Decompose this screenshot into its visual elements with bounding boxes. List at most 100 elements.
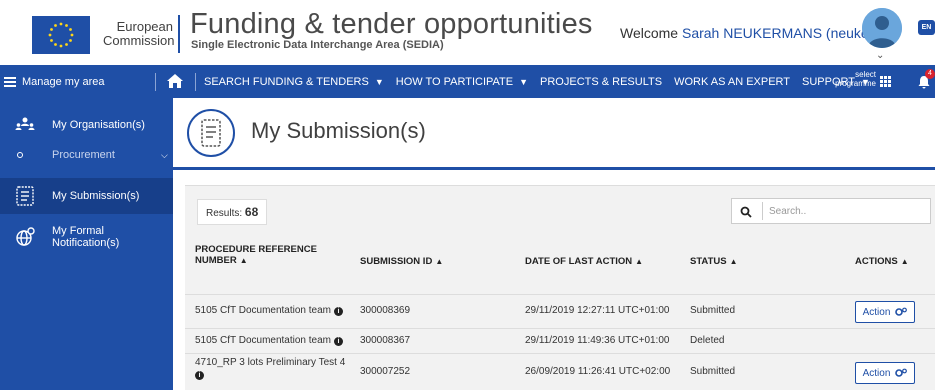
column-header-submission-id[interactable]: SUBMISSION ID ▲ <box>360 256 443 267</box>
gears-icon <box>895 307 908 316</box>
search-input[interactable] <box>762 202 922 220</box>
welcome-prefix: Welcome <box>620 25 679 41</box>
submission-icon <box>187 109 235 157</box>
sidebar-item-label: My Formal Notification(s) <box>52 225 120 249</box>
organisation-icon <box>14 114 36 136</box>
reference-text: 4710_RP 3 lots Preliminary Test 4 <box>195 357 346 368</box>
column-header-actions[interactable]: ACTIONS ▲ <box>855 256 909 267</box>
column-header-label: DATE OF LAST ACTION <box>525 256 633 267</box>
sort-icon: ▲ <box>729 257 738 266</box>
nav-item-label: PROJECTS & RESULTS <box>540 75 663 88</box>
column-header-date[interactable]: DATE OF LAST ACTION ▲ <box>525 256 643 267</box>
sort-icon: ▲︎ <box>239 256 248 265</box>
table-row[interactable]: 4710_RP 3 lots Preliminary Test 4 i 3000… <box>185 353 935 390</box>
select-programme-button[interactable]: select programme <box>826 70 876 88</box>
reference-cell: 5105 CfT Documentation team i <box>195 335 344 346</box>
submission-icon <box>14 185 36 207</box>
results-number: 68 <box>244 205 259 219</box>
submissions-panel: Results: 68 PROCEDURE REFERENCE NUMBER▲︎… <box>185 185 935 390</box>
status-cell: Submitted <box>690 305 736 316</box>
results-label: Results: <box>206 208 243 219</box>
chevron-down-icon: ⌵ <box>161 149 168 160</box>
site-header: European Commission Funding & tender opp… <box>0 0 935 65</box>
submission-id-cell: 300008369 <box>360 305 411 316</box>
caret-down-icon: ▼ <box>519 76 529 87</box>
page-header: My Submission(s) <box>173 98 935 170</box>
sort-icon: ▲ <box>635 257 644 266</box>
column-header-status[interactable]: STATUS ▲ <box>690 256 738 267</box>
date-cell: 26/09/2019 11:26:41 UTC+02:00 <box>525 366 671 377</box>
column-header-label: SUBMISSION ID <box>360 256 433 267</box>
action-button[interactable]: Action <box>855 362 915 384</box>
sort-icon: ▲ <box>435 257 444 266</box>
site-subtitle: Single Electronic Data Interchange Area … <box>191 39 444 51</box>
table-row[interactable]: 5105 CfT Documentation team i 300008369 2… <box>185 294 935 328</box>
info-icon[interactable]: i <box>195 371 204 380</box>
column-header-line2: NUMBER <box>195 255 237 266</box>
manage-my-area-toggle[interactable]: Manage my area <box>0 65 155 98</box>
action-button[interactable]: Action <box>855 301 915 323</box>
header-divider <box>178 15 180 53</box>
nav-item-label: HOW TO PARTICIPATE <box>395 75 514 88</box>
top-navigation: Manage my area SEARCH FUNDING & TENDERS ▼… <box>0 65 935 98</box>
organisation-name-line1: European <box>116 19 173 34</box>
search-box <box>731 198 931 224</box>
info-icon[interactable]: i <box>334 337 344 346</box>
sidebar-item-organisations[interactable]: My Organisation(s) <box>0 112 173 138</box>
select-programme-line1: select <box>855 70 876 79</box>
date-cell: 29/11/2019 12:27:11 UTC+01:00 <box>525 305 670 316</box>
select-programme-line2: programme <box>835 79 876 88</box>
nav-item-label: SEARCH FUNDING & TENDERS <box>204 75 369 88</box>
sidebar: My Organisation(s) Procurement ⌵ My Subm… <box>0 98 173 390</box>
language-selector[interactable]: EN <box>918 20 935 35</box>
date-cell: 29/11/2019 11:49:36 UTC+01:00 <box>525 335 670 346</box>
sidebar-item-submissions[interactable]: My Submission(s) <box>0 178 173 214</box>
nav-item-how-to-participate[interactable]: HOW TO PARTICIPATE ▼ <box>396 76 528 88</box>
submission-id-cell: 300008367 <box>360 335 411 346</box>
avatar[interactable] <box>862 8 902 48</box>
reference-text: 5105 CfT Documentation team <box>195 305 332 316</box>
apps-grid-icon[interactable] <box>880 76 891 87</box>
table-row[interactable]: 5105 CfT Documentation team i 300008367 2… <box>185 328 935 353</box>
nav-item-label: WORK AS AN EXPERT <box>674 75 791 88</box>
nav-item-search-funding[interactable]: SEARCH FUNDING & TENDERS ▼ <box>204 76 384 88</box>
user-name[interactable]: Sarah NEUKERMANS (neukesa) <box>682 25 888 41</box>
reference-cell: 5105 CfT Documentation team i <box>195 305 344 316</box>
manage-my-area-label: Manage my area <box>22 75 105 88</box>
column-header-reference[interactable]: PROCEDURE REFERENCE NUMBER ▲︎ <box>195 244 317 266</box>
sort-icon: ▲ <box>900 257 909 266</box>
column-header-label: STATUS <box>690 256 727 267</box>
notification-count-badge: 4 <box>925 69 935 79</box>
results-count: Results: 68 <box>197 199 268 225</box>
caret-down-icon: ▼ <box>374 76 384 87</box>
organisation-name: European Commission <box>103 19 175 48</box>
submission-id-cell: 300007252 <box>360 366 411 377</box>
eu-flag-logo[interactable] <box>32 16 90 54</box>
sidebar-item-formal-notifications[interactable]: My Formal Notification(s) <box>0 224 173 250</box>
sidebar-item-label: My Submission(s) <box>52 190 140 202</box>
reference-text: 5105 CfT Documentation team <box>195 335 332 346</box>
nav-item-projects-results[interactable]: PROJECTS & RESULTS <box>540 76 662 88</box>
column-header-line1: PROCEDURE REFERENCE <box>195 244 317 255</box>
page-title: My Submission(s) <box>251 118 426 143</box>
hamburger-menu-icon <box>4 75 16 89</box>
welcome-message: Welcome Sarah NEUKERMANS (neukesa) <box>620 25 888 41</box>
main-nav-items: SEARCH FUNDING & TENDERS ▼ HOW TO PARTICI… <box>204 65 882 98</box>
action-button-label: Action <box>862 306 891 318</box>
main-content: My Submission(s) Results: 68 PROCEDURE R… <box>173 98 935 390</box>
status-cell: Deleted <box>690 335 725 346</box>
home-icon[interactable] <box>166 72 184 90</box>
nav-divider <box>195 73 196 91</box>
chevron-down-icon[interactable]: ⌄ <box>876 50 884 61</box>
info-icon[interactable]: i <box>334 307 344 316</box>
sidebar-item-label: Procurement <box>52 149 115 161</box>
sidebar-item-label: My Organisation(s) <box>52 119 145 131</box>
notification-globe-icon <box>14 226 36 248</box>
search-icon[interactable] <box>740 205 752 218</box>
reference-cell: 4710_RP 3 lots Preliminary Test 4 i <box>195 357 345 381</box>
site-title[interactable]: Funding & tender opportunities <box>190 8 593 41</box>
nav-item-work-as-expert[interactable]: WORK AS AN EXPERT <box>674 76 790 88</box>
sidebar-item-procurement[interactable]: Procurement ⌵ <box>0 144 173 166</box>
status-cell: Submitted <box>690 366 736 377</box>
action-button-label: Action <box>862 367 891 379</box>
